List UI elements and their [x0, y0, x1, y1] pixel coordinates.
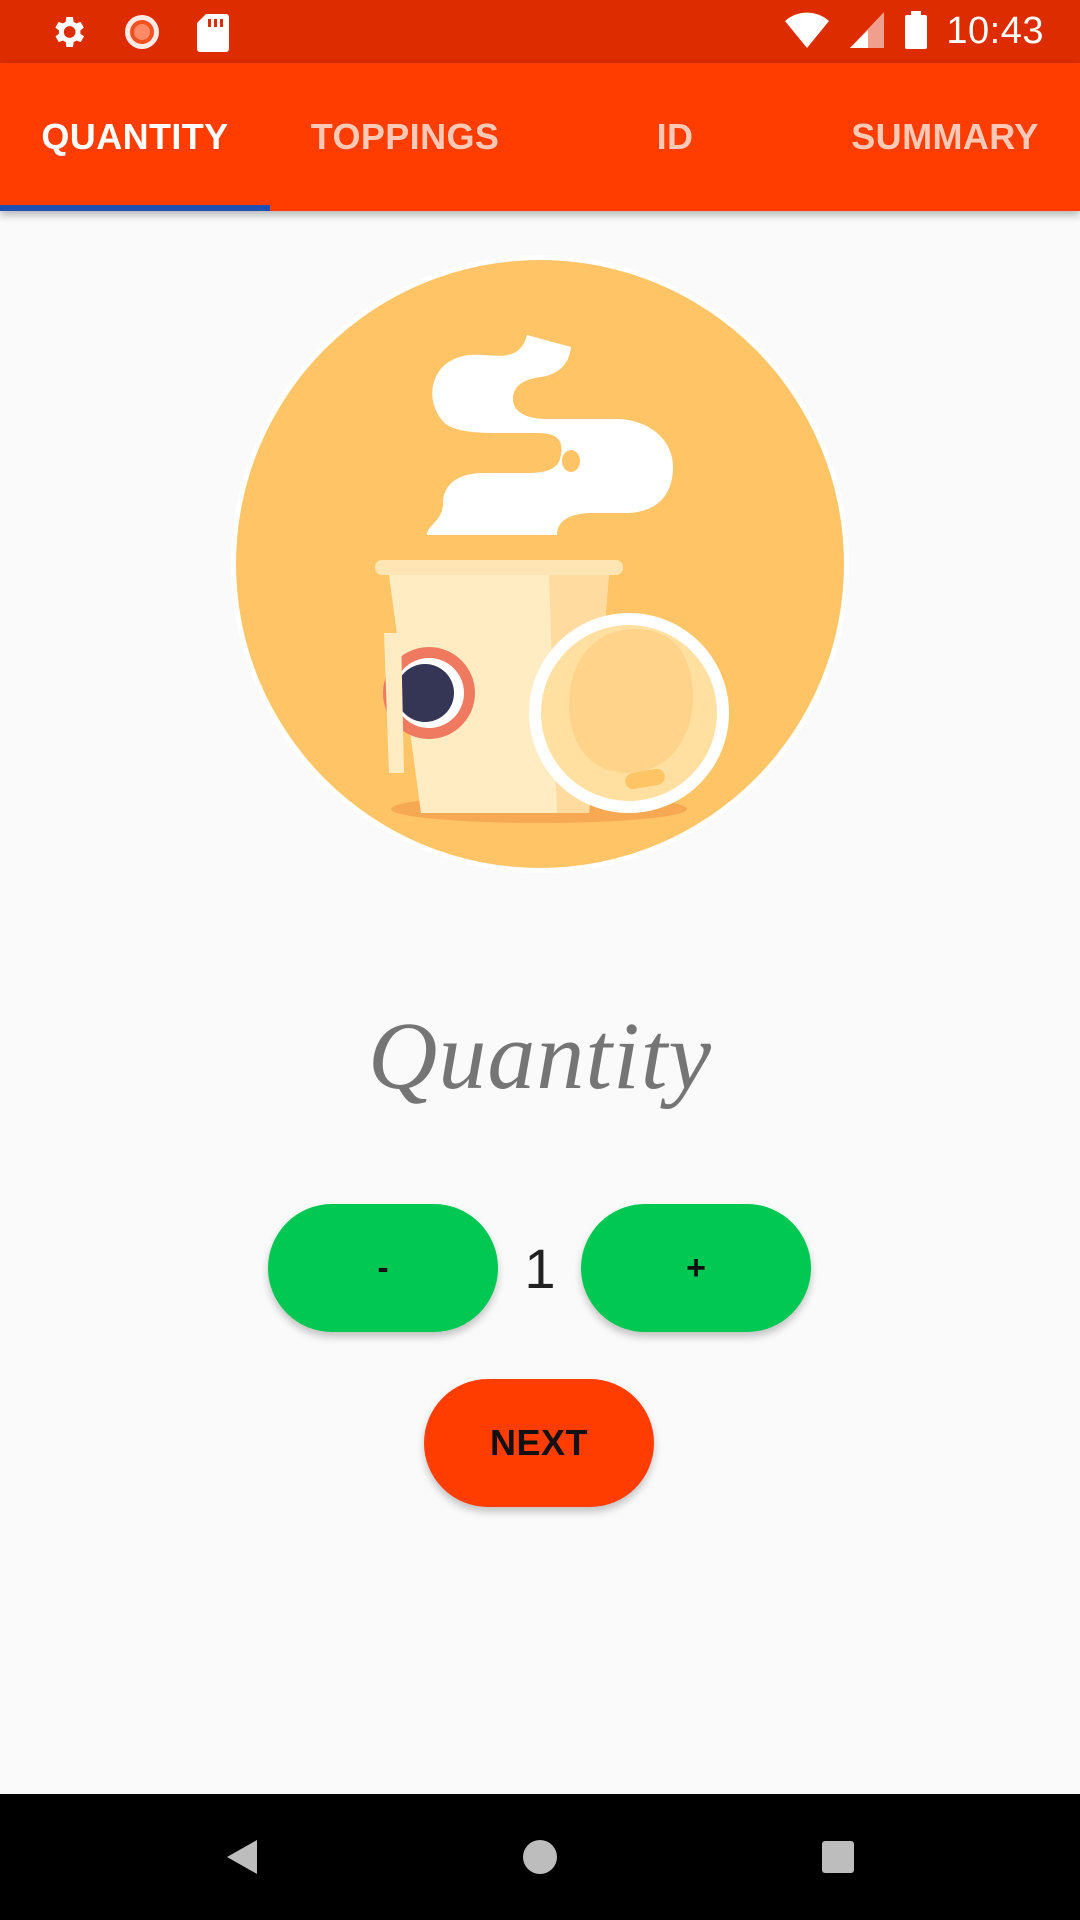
battery-icon [904, 10, 928, 54]
tab-list: QUANTITY TOPPINGS ID SUMMARY [0, 63, 1080, 211]
quantity-value: 1 [524, 1236, 556, 1300]
tab-toppings[interactable]: TOPPINGS [270, 63, 540, 211]
sd-card-icon [196, 12, 230, 56]
tab-summary[interactable]: SUMMARY [810, 63, 1080, 211]
gear-icon [48, 12, 88, 56]
status-time: 10:43 [946, 10, 1044, 52]
status-bar: 10:43 [0, 0, 1080, 63]
next-button[interactable]: NEXT [424, 1379, 654, 1507]
decrement-button[interactable]: - [268, 1204, 498, 1332]
status-bar-left-icons [48, 12, 230, 56]
tab-bar: QUANTITY TOPPINGS ID SUMMARY [0, 63, 1080, 211]
home-icon[interactable] [510, 1827, 570, 1887]
navigation-bar [0, 1794, 1080, 1920]
tab-id[interactable]: ID [540, 63, 810, 211]
recents-icon[interactable] [808, 1827, 868, 1887]
tab-indicator [0, 205, 270, 211]
back-icon[interactable] [212, 1827, 272, 1887]
quantity-heading: Quantity [368, 1002, 712, 1109]
signal-icon [848, 10, 886, 54]
sync-icon [122, 12, 162, 56]
wifi-icon [784, 10, 830, 54]
tab-quantity[interactable]: QUANTITY [0, 63, 270, 211]
increment-button[interactable]: + [581, 1204, 811, 1332]
status-bar-right-icons: 10:43 [784, 0, 1044, 63]
coffee-cup-icon [229, 253, 851, 875]
